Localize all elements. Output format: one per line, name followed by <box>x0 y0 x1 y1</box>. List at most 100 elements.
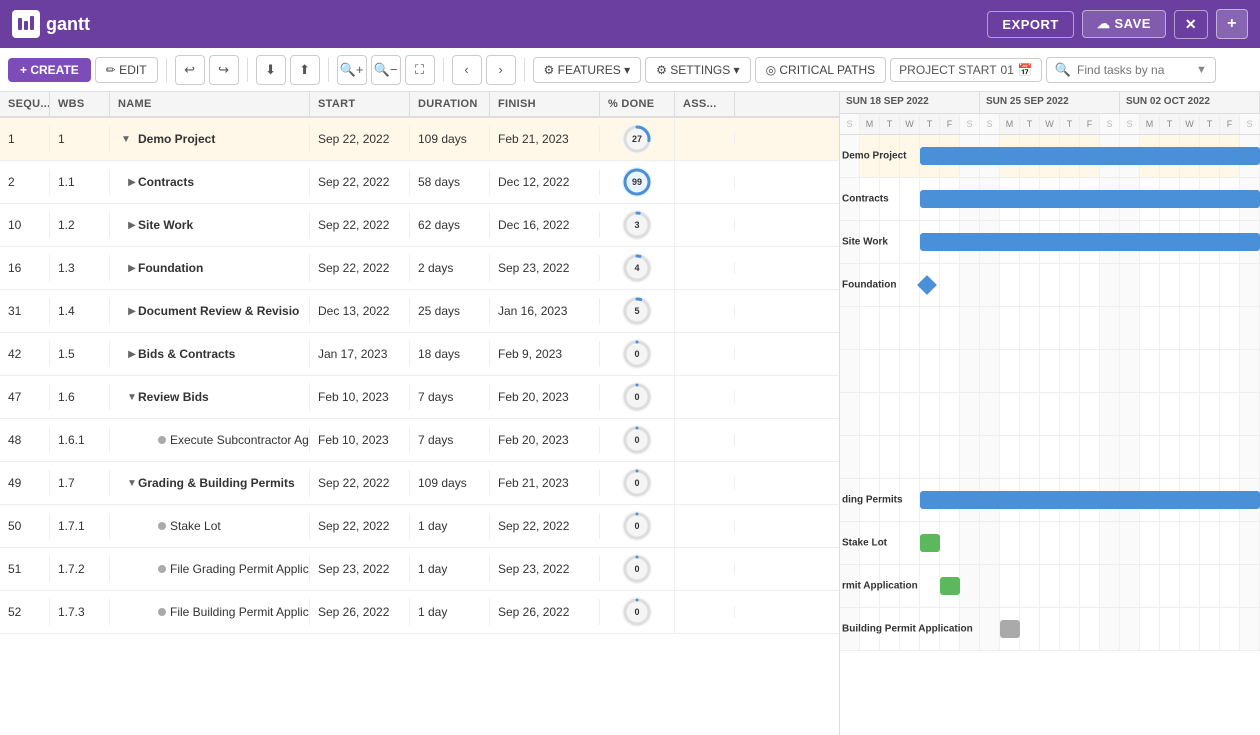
gantt-cell <box>1000 608 1020 650</box>
zoom-out-button[interactable]: 🔍− <box>371 55 401 85</box>
cell-seq: 52 <box>0 599 50 625</box>
save-button[interactable]: ☁ SAVE <box>1082 10 1166 38</box>
table-row[interactable]: 2 1.1 ▶ Contracts Sep 22, 2022 58 days D… <box>0 161 839 204</box>
gantt-cell <box>1040 436 1060 478</box>
table-row[interactable]: 50 1.7.1 Stake Lot Sep 22, 2022 1 day Se… <box>0 505 839 548</box>
expand-icon[interactable]: ▶ <box>118 260 134 276</box>
expand-icon[interactable]: ▶ <box>118 217 134 233</box>
gantt-cell <box>980 264 1000 306</box>
gantt-cell <box>960 522 980 564</box>
gantt-cell <box>960 135 980 177</box>
gantt-cell <box>1020 350 1040 392</box>
gantt-cell <box>860 135 880 177</box>
gantt-cell <box>980 221 1000 263</box>
cell-name[interactable]: ▶ Foundation <box>110 254 310 282</box>
settings-button[interactable]: ⚙ SETTINGS ▾ <box>645 57 750 83</box>
table-row[interactable]: 49 1.7 ▼ Grading & Building Permits Sep … <box>0 462 839 505</box>
gantt-cell <box>1220 436 1240 478</box>
gantt-cell <box>860 479 880 521</box>
undo-button[interactable]: ↩ <box>175 55 205 85</box>
cell-name[interactable]: File Building Permit Applic <box>110 599 310 625</box>
search-box[interactable]: 🔍 ▼ <box>1046 57 1216 83</box>
next-button[interactable]: › <box>486 55 516 85</box>
table-row[interactable]: 47 1.6 ▼ Review Bids Feb 10, 2023 7 days… <box>0 376 839 419</box>
gantt-weeks: SUN 18 SEP 2022SUN 25 SEP 2022SUN 02 OCT… <box>840 92 1260 114</box>
cell-name[interactable]: ▼ Review Bids <box>110 383 310 411</box>
export-button[interactable]: EXPORT <box>987 11 1073 38</box>
cell-name[interactable]: File Grading Permit Applic <box>110 556 310 582</box>
cell-finish: Dec 12, 2022 <box>490 169 600 195</box>
gantt-cell <box>1220 221 1240 263</box>
cell-name[interactable]: Execute Subcontractor Ag <box>110 427 310 453</box>
cell-name[interactable]: ▶ Bids & Contracts <box>110 340 310 368</box>
cell-name[interactable]: ▼ Grading & Building Permits <box>110 469 310 497</box>
zoom-in-button[interactable]: 🔍+ <box>337 55 367 85</box>
table-row[interactable]: 48 1.6.1 Execute Subcontractor Ag Feb 10… <box>0 419 839 462</box>
search-input[interactable] <box>1077 63 1190 77</box>
cell-start: Sep 22, 2022 <box>310 255 410 281</box>
table-row[interactable]: 16 1.3 ▶ Foundation Sep 22, 2022 2 days … <box>0 247 839 290</box>
table-row[interactable]: 51 1.7.2 File Grading Permit Applic Sep … <box>0 548 839 591</box>
gantt-cell <box>940 565 960 607</box>
gantt-cell <box>880 479 900 521</box>
table-row[interactable]: 31 1.4 ▶ Document Review & Revisio Dec 1… <box>0 290 839 333</box>
table-row[interactable]: 42 1.5 ▶ Bids & Contracts Jan 17, 2023 1… <box>0 333 839 376</box>
expand-icon[interactable]: ▶ <box>118 303 134 319</box>
gantt-cell <box>1120 264 1140 306</box>
cell-pct: 3 <box>600 204 675 246</box>
table-row[interactable]: 10 1.2 ▶ Site Work Sep 22, 2022 62 days … <box>0 204 839 247</box>
cell-start: Sep 22, 2022 <box>310 126 410 152</box>
gantt-cell <box>1080 135 1100 177</box>
table-row[interactable]: 1 1 ▼ Demo Project Sep 22, 2022 109 days… <box>0 118 839 161</box>
gantt-cell <box>1200 350 1220 392</box>
gantt-cell <box>1120 393 1140 435</box>
gantt-cell <box>1060 221 1080 263</box>
gantt-cell <box>1140 135 1160 177</box>
gantt-cell <box>940 307 960 349</box>
expand-all-button[interactable]: ⬆ <box>290 55 320 85</box>
expand-icon[interactable]: ▼ <box>118 131 134 147</box>
task-name: Demo Project <box>138 132 215 146</box>
expand-icon[interactable]: ▶ <box>118 174 134 190</box>
edit-button[interactable]: ✏ EDIT <box>95 57 158 83</box>
expand-icon[interactable]: ▶ <box>118 346 134 362</box>
app-logo: gantt <box>12 10 90 38</box>
gantt-cell <box>1240 565 1260 607</box>
create-button[interactable]: + CREATE <box>8 58 91 82</box>
critical-paths-button[interactable]: ◎ CRITICAL PATHS <box>755 57 887 83</box>
cell-pct: 0 <box>600 462 675 504</box>
fullscreen-button[interactable]: ⛶ <box>405 55 435 85</box>
cell-name[interactable]: ▶ Document Review & Revisio <box>110 297 310 325</box>
cell-wbs: 1.4 <box>50 298 110 324</box>
gantt-cell <box>1120 522 1140 564</box>
cell-pct: 0 <box>600 419 675 461</box>
cell-name[interactable]: Stake Lot <box>110 513 310 539</box>
cell-seq: 42 <box>0 341 50 367</box>
gantt-cell <box>900 522 920 564</box>
gantt-cell <box>1120 608 1140 650</box>
gantt-cell <box>920 135 940 177</box>
cell-finish: Sep 22, 2022 <box>490 513 600 539</box>
table-row[interactable]: 52 1.7.3 File Building Permit Applic Sep… <box>0 591 839 634</box>
project-start-area: PROJECT START 01 📅 <box>890 58 1042 82</box>
gantt-cell <box>1220 264 1240 306</box>
gantt-cell <box>840 565 860 607</box>
cell-name[interactable]: ▶ Contracts <box>110 168 310 196</box>
prev-button[interactable]: ‹ <box>452 55 482 85</box>
cell-duration: 25 days <box>410 298 490 324</box>
cell-name[interactable]: ▶ Site Work <box>110 211 310 239</box>
gantt-cell <box>1180 522 1200 564</box>
expand-icon[interactable]: ▼ <box>118 475 134 491</box>
gantt-cell <box>1220 522 1240 564</box>
close-button[interactable]: ✕ <box>1174 10 1208 39</box>
add-button[interactable]: + <box>1216 9 1248 39</box>
gantt-day-header: T <box>1020 114 1040 134</box>
features-button[interactable]: ⚙ FEATURES ▾ <box>533 57 642 83</box>
expand-icon[interactable]: ▼ <box>118 389 134 405</box>
bullet-icon <box>158 436 166 444</box>
collapse-all-button[interactable]: ⬇ <box>256 55 286 85</box>
gantt-cell <box>1120 135 1140 177</box>
redo-button[interactable]: ↪ <box>209 55 239 85</box>
col-wbs: WBS <box>50 92 110 116</box>
cell-name[interactable]: ▼ Demo Project <box>110 125 310 153</box>
